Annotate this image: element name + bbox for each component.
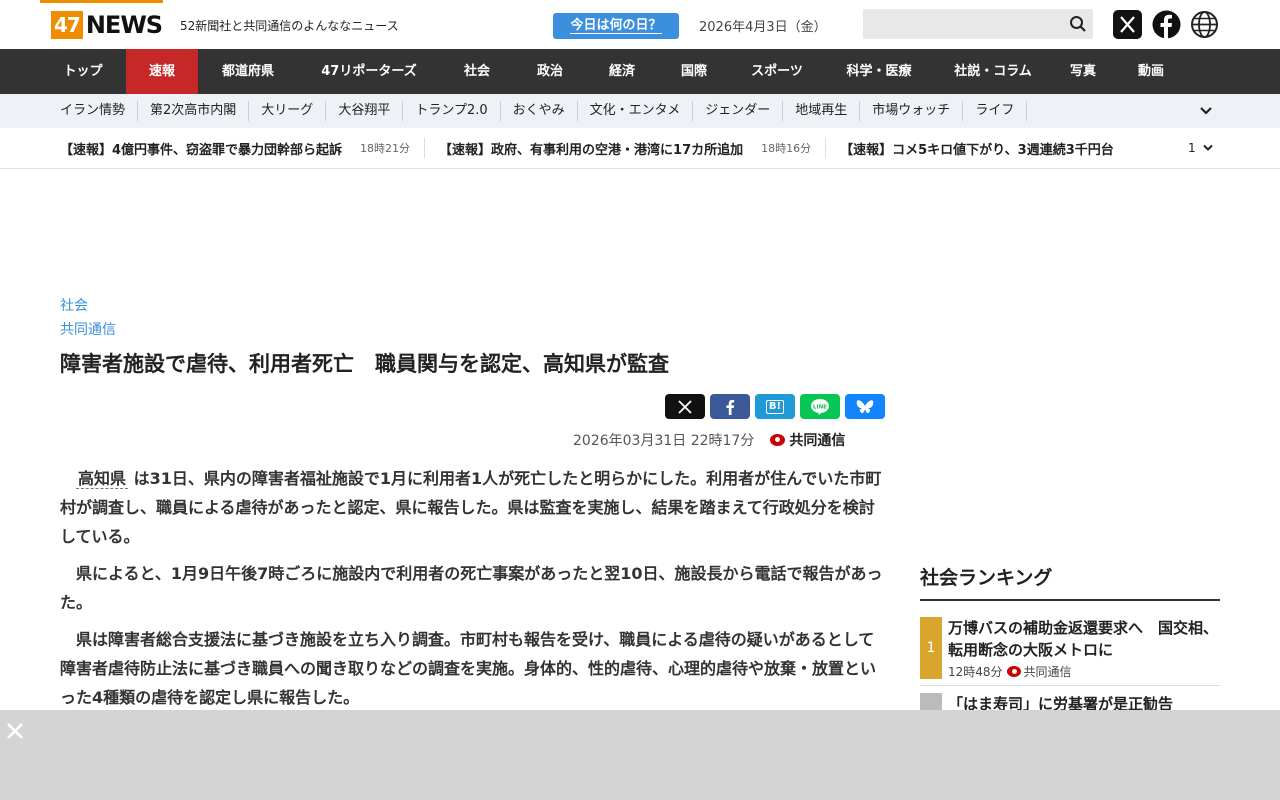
nav-photos[interactable]: 写真 <box>1052 49 1114 94</box>
ticker-time: 18時16分 <box>761 142 812 155</box>
article-source: 共同通信 <box>789 433 846 449</box>
article-category[interactable]: 社会 <box>60 295 88 315</box>
facebook-icon[interactable] <box>1152 10 1181 39</box>
topic-regional[interactable]: 地域再生 <box>783 101 861 121</box>
site-logo[interactable]: 47 NEWS <box>51 11 163 39</box>
topic-navigation: イラン情勢 第2次高市内閣 大リーグ 大谷翔平 トランプ2.0 おくやみ 文化・… <box>0 94 1280 128</box>
ticker-item[interactable]: 【速報】コメ5キロ値下がり、3週連続3千円台 <box>840 138 1128 158</box>
article-headline: 障害者施設で虐待、利用者死亡 職員関与を認定、高知県が監査 <box>60 352 669 376</box>
share-hatena-button[interactable]: B! <box>755 394 795 419</box>
topic-obituaries[interactable]: おくやみ <box>501 101 578 121</box>
ranking-item-meta: 12時48分 共同通信 <box>948 663 1072 680</box>
nav-47reporters[interactable]: 47リポーターズ <box>298 49 440 94</box>
article-datetime: 2026年03月31日 22時17分 <box>573 433 755 449</box>
globe-icon[interactable] <box>1190 10 1219 39</box>
ranking-divider <box>920 599 1220 601</box>
ticker-title: 【速報】コメ5キロ値下がり、3週連続3千円台 <box>840 142 1114 158</box>
share-facebook-button[interactable] <box>710 394 750 419</box>
article-paragraph: 県によると、1月9日午後7時ごろに施設内で利用者の死亡事案があったと翌10日、施… <box>60 564 883 612</box>
ranking-item-time: 12時48分 <box>948 665 1003 679</box>
keyword-link[interactable]: 高知県 <box>76 469 129 489</box>
nav-top[interactable]: トップ <box>40 49 126 94</box>
topic-trump[interactable]: トランプ2.0 <box>403 101 501 121</box>
main-navigation: トップ 速報 都道府県 47リポーターズ 社会 政治 経済 国際 スポーツ 科学… <box>0 49 1280 94</box>
nav-video[interactable]: 動画 <box>1114 49 1188 94</box>
svg-text:LINE: LINE <box>813 404 827 410</box>
topic-gender[interactable]: ジェンダー <box>693 101 784 121</box>
site-tagline: 52新聞社と共同通信のよんななニュース <box>180 19 399 33</box>
ticker-count: 1 <box>1188 141 1196 155</box>
nav-economy[interactable]: 経済 <box>586 49 658 94</box>
nav-politics[interactable]: 政治 <box>514 49 586 94</box>
ranking-separator <box>920 685 1220 686</box>
ranking-item-source: 共同通信 <box>1023 665 1072 679</box>
close-icon[interactable] <box>6 722 24 740</box>
topic-life[interactable]: ライフ <box>963 101 1028 121</box>
chevron-down-icon[interactable] <box>1198 104 1214 118</box>
site-header: 47 NEWS 52新聞社と共同通信のよんななニュース 今日は何の日？ 2026… <box>0 0 1280 49</box>
chevron-down-icon[interactable] <box>1202 143 1214 153</box>
nav-society[interactable]: 社会 <box>440 49 514 94</box>
ranking-number: 1 <box>920 617 942 679</box>
x-icon <box>678 399 692 414</box>
topic-iran[interactable]: イラン情勢 <box>48 101 139 121</box>
logo-accent-bar <box>40 0 163 3</box>
logo-number: 47 <box>51 11 83 39</box>
article-paragraph: 県は障害者総合支援法に基づき施設を立ち入り調査。市町村も報告を受け、職員による虐… <box>60 630 877 707</box>
article-source-link[interactable]: 共同通信 <box>60 319 116 339</box>
bluesky-icon <box>856 399 874 413</box>
article-meta: 2026年03月31日 22時17分 共同通信 <box>573 430 845 450</box>
topic-market[interactable]: 市場ウォッチ <box>860 101 964 121</box>
today-in-history-button[interactable]: 今日は何の日？ <box>553 13 679 39</box>
nav-science-medical[interactable]: 科学・医療 <box>824 49 934 94</box>
current-date: 2026年4月3日（金） <box>699 20 827 35</box>
ranking-title: 社会ランキング <box>920 567 1053 589</box>
topic-ohtani[interactable]: 大谷翔平 <box>326 101 404 121</box>
ticker-time: 18時21分 <box>360 142 411 155</box>
facebook-icon <box>726 399 735 415</box>
share-line-button[interactable]: LINE <box>800 394 840 419</box>
search-input[interactable] <box>863 9 1093 39</box>
kyodo-logo-icon <box>770 434 786 446</box>
kyodo-logo-icon <box>1006 666 1021 677</box>
topic-takaichi-cabinet[interactable]: 第2次高市内閣 <box>138 101 250 121</box>
nav-editorial-column[interactable]: 社説・コラム <box>934 49 1052 94</box>
x-social-icon[interactable] <box>1113 10 1142 39</box>
breaking-news-ticker: 【速報】4億円事件、窃盗罪で暴力団幹部ら起訴 18時21分 【速報】政府、有事利… <box>0 128 1280 169</box>
search-icon[interactable] <box>1069 15 1087 33</box>
share-x-button[interactable] <box>665 394 705 419</box>
nav-international[interactable]: 国際 <box>658 49 730 94</box>
nav-sports[interactable]: スポーツ <box>730 49 824 94</box>
ranking-item-title: 万博バスの補助金返還要求へ 国交相、転用断念の大阪メトロに <box>948 619 1219 659</box>
nav-breaking[interactable]: 速報 <box>126 49 198 94</box>
ticker-title: 【速報】政府、有事利用の空港・港湾に17カ所追加 <box>439 142 744 158</box>
topic-mlb[interactable]: 大リーグ <box>249 101 327 121</box>
article-body: 高知県 は31日、県内の障害者福祉施設で1月に利用者1人が死亡したと明らかにした… <box>60 464 890 720</box>
logo-word: NEWS <box>85 11 163 39</box>
nav-prefectures[interactable]: 都道府県 <box>198 49 298 94</box>
bottom-ad-overlay <box>0 710 1280 800</box>
share-bluesky-button[interactable] <box>845 394 885 419</box>
share-buttons: B! LINE <box>665 394 885 419</box>
article-paragraph: 高知県 は31日、県内の障害者福祉施設で1月に利用者1人が死亡したと明らかにした… <box>60 469 882 546</box>
ticker-item[interactable]: 【速報】政府、有事利用の空港・港湾に17カ所追加 18時16分 <box>439 138 827 158</box>
ranking-item[interactable]: 1 万博バスの補助金返還要求へ 国交相、転用断念の大阪メトロに 12時48分 共… <box>920 617 1220 679</box>
hatena-icon: B! <box>765 399 785 414</box>
ticker-title: 【速報】4億円事件、窃盗罪で暴力団幹部ら起訴 <box>60 142 343 158</box>
line-icon: LINE <box>811 398 829 415</box>
topic-culture[interactable]: 文化・エンタメ <box>578 101 694 121</box>
ranking-number <box>920 693 942 710</box>
ticker-item[interactable]: 【速報】4億円事件、窃盗罪で暴力団幹部ら起訴 18時21分 <box>60 138 426 158</box>
